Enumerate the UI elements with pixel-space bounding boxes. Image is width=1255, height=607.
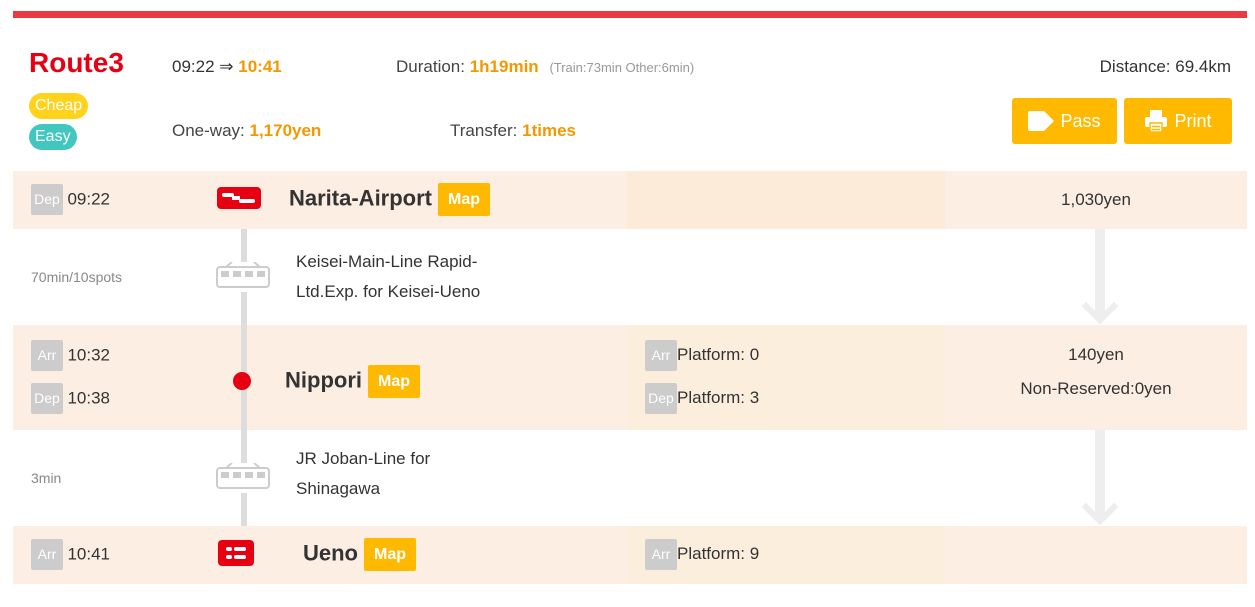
route-title: Route3 xyxy=(29,47,124,78)
arrow-glyph: ⇒ xyxy=(219,57,234,76)
fare-arrow-head xyxy=(1081,287,1119,325)
arr-time-cell: Arr 10:41 xyxy=(31,539,110,570)
fare-narita: 1,030yen xyxy=(1061,190,1131,209)
duration-detail: (Train:73min Other:6min) xyxy=(549,60,695,75)
arr-time-value: 10:32 xyxy=(67,345,110,365)
oneway-label: One-way: xyxy=(172,121,245,140)
dep-time-cell: Dep 10:38 xyxy=(31,383,110,414)
fare-note-nippori: Non-Reserved:0yen xyxy=(1020,379,1172,398)
map-button-narita[interactable]: Map xyxy=(438,183,491,216)
move-row-joban: 3min JR Joban-Line for Shinagawa xyxy=(13,430,1247,526)
arr-tag: Arr xyxy=(645,539,677,570)
transfer-count: Transfer: 1times xyxy=(450,121,576,141)
train-line-text-1: JR Joban-Line for xyxy=(296,449,431,468)
transfer-value: 1times xyxy=(522,121,576,140)
move-info: 70min/10spots xyxy=(31,269,123,285)
print-button-label: Print xyxy=(1174,110,1212,131)
oneway-fare: One-way: 1,170yen xyxy=(172,121,321,141)
pass-card-icon xyxy=(1028,111,1055,131)
transfer-station-dot xyxy=(233,372,251,390)
printer-icon xyxy=(1145,110,1168,133)
badge-cheap: Cheap xyxy=(29,93,89,119)
station-name-narita: Narita-Airport Map xyxy=(289,183,491,216)
arr-tag: Arr xyxy=(645,340,677,371)
route-times: 09:22 ⇒ 10:41 xyxy=(172,57,282,77)
dep-platform-text: Platform: 3 xyxy=(677,387,760,407)
dep-tag: Dep xyxy=(645,383,677,414)
arr-platform: Arr Platform: 9 xyxy=(645,539,759,570)
train-line-text-1: Keisei-Main-Line Rapid- xyxy=(296,252,478,271)
dep-time-cell: Dep 09:22 xyxy=(31,184,110,215)
move-row-keisei: 70min/10spots Keisei-Main-Line Rapid- Lt… xyxy=(13,229,1247,325)
distance: Distance: 69.4km xyxy=(1099,57,1231,76)
jr-railway-icon xyxy=(218,540,254,566)
top-accent-bar xyxy=(13,11,1247,18)
print-button[interactable]: Print xyxy=(1124,98,1232,144)
transfer-label: Transfer: xyxy=(450,121,518,140)
station-row-ueno: Arr 10:41 Ueno Map Arr Platform: 9 xyxy=(13,526,1247,584)
arr-platform: Arr Platform: 0 xyxy=(645,340,759,371)
train-line-name: Keisei-Main-Line Rapid- Ltd.Exp. for Kei… xyxy=(296,247,480,307)
station-name-nippori: Nippori Map xyxy=(285,365,420,398)
pass-button[interactable]: Pass xyxy=(1012,98,1117,144)
arr-time: 10:41 xyxy=(238,57,282,76)
arr-tag: Arr xyxy=(31,539,63,570)
dep-tag: Dep xyxy=(31,383,63,414)
train-icon xyxy=(214,463,272,493)
map-button-nippori[interactable]: Map xyxy=(368,365,420,398)
dep-time: 09:22 xyxy=(172,57,215,76)
dep-time-value: 10:38 xyxy=(67,388,110,408)
station-row-nippori: Arr 10:32 Dep 10:38 Nippori Map Arr Platfo… xyxy=(13,325,1247,430)
train-line-text-2: Shinagawa xyxy=(296,479,381,498)
map-button-ueno[interactable]: Map xyxy=(364,538,416,571)
keisei-railway-icon xyxy=(217,187,261,209)
pass-button-label: Pass xyxy=(1060,110,1101,131)
oneway-value: 1,170yen xyxy=(249,121,322,140)
arr-time-value: 10:41 xyxy=(67,544,110,564)
train-line-name: JR Joban-Line for Shinagawa xyxy=(296,444,430,504)
duration-label: Duration: xyxy=(396,57,465,76)
fare-arrow-head xyxy=(1081,488,1119,526)
dep-tag: Dep xyxy=(31,184,63,215)
arr-tag: Arr xyxy=(31,340,63,371)
station-row-narita: Dep 09:22 Narita-Airport Map 1,030yen xyxy=(13,171,1247,229)
station-name-ueno: Ueno Map xyxy=(303,538,416,571)
duration-value: 1h19min xyxy=(469,57,539,76)
dep-platform: Dep Platform: 3 xyxy=(645,383,759,414)
badge-easy: Easy xyxy=(29,124,77,150)
arr-platform-text: Platform: 0 xyxy=(677,344,760,364)
dep-time-value: 09:22 xyxy=(67,189,110,209)
station-link-nippori[interactable]: Nippori xyxy=(285,367,362,392)
arr-time-cell: Arr 10:32 xyxy=(31,340,110,371)
duration: Duration: 1h19min (Train:73min Other:6mi… xyxy=(396,57,694,77)
fare-nippori: 140yen xyxy=(1068,345,1124,364)
train-icon xyxy=(214,262,272,292)
station-link-ueno[interactable]: Ueno xyxy=(303,540,358,565)
route-card: Route3 09:22 ⇒ 10:41 Duration: 1h19min (… xyxy=(13,11,1247,607)
move-info: 3min xyxy=(31,470,62,486)
arr-platform-text: Platform: 9 xyxy=(677,543,760,563)
train-line-text-2: Ltd.Exp. for Keisei-Ueno xyxy=(296,282,481,301)
station-link-narita[interactable]: Narita-Airport xyxy=(289,185,432,210)
